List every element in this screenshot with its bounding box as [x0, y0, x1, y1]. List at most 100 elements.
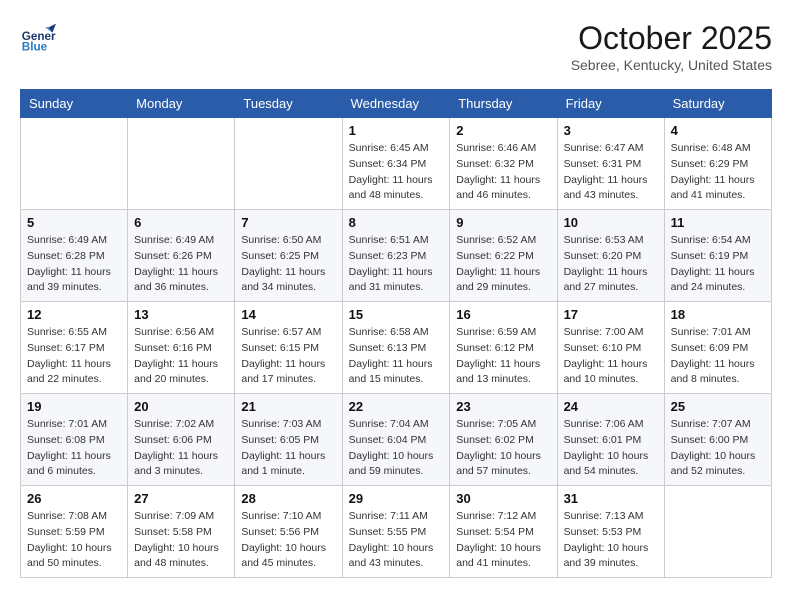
day-info: Sunrise: 7:09 AMSunset: 5:58 PMDaylight:…	[134, 509, 228, 572]
day-info: Sunrise: 6:52 AMSunset: 6:22 PMDaylight:…	[456, 233, 550, 296]
day-info: Sunrise: 7:10 AMSunset: 5:56 PMDaylight:…	[241, 509, 335, 572]
calendar-cell: 6 Sunrise: 6:49 AMSunset: 6:26 PMDayligh…	[128, 210, 235, 302]
month-title: October 2025	[571, 20, 772, 57]
day-number: 9	[456, 215, 550, 230]
day-number: 24	[564, 399, 658, 414]
calendar-week-row: 5 Sunrise: 6:49 AMSunset: 6:28 PMDayligh…	[21, 210, 772, 302]
logo: General Blue	[20, 20, 56, 56]
day-info: Sunrise: 7:13 AMSunset: 5:53 PMDaylight:…	[564, 509, 658, 572]
day-number: 21	[241, 399, 335, 414]
calendar-cell: 5 Sunrise: 6:49 AMSunset: 6:28 PMDayligh…	[21, 210, 128, 302]
calendar-cell: 30 Sunrise: 7:12 AMSunset: 5:54 PMDaylig…	[450, 486, 557, 578]
calendar-cell: 9 Sunrise: 6:52 AMSunset: 6:22 PMDayligh…	[450, 210, 557, 302]
day-number: 25	[671, 399, 765, 414]
day-info: Sunrise: 6:51 AMSunset: 6:23 PMDaylight:…	[349, 233, 444, 296]
calendar-cell: 15 Sunrise: 6:58 AMSunset: 6:13 PMDaylig…	[342, 302, 450, 394]
day-number: 8	[349, 215, 444, 230]
day-number: 29	[349, 491, 444, 506]
day-info: Sunrise: 6:45 AMSunset: 6:34 PMDaylight:…	[349, 141, 444, 204]
calendar-cell	[664, 486, 771, 578]
weekday-header-thursday: Thursday	[450, 90, 557, 118]
day-info: Sunrise: 6:54 AMSunset: 6:19 PMDaylight:…	[671, 233, 765, 296]
day-number: 5	[27, 215, 121, 230]
calendar-cell: 11 Sunrise: 6:54 AMSunset: 6:19 PMDaylig…	[664, 210, 771, 302]
calendar-cell: 12 Sunrise: 6:55 AMSunset: 6:17 PMDaylig…	[21, 302, 128, 394]
day-number: 28	[241, 491, 335, 506]
calendar-cell: 20 Sunrise: 7:02 AMSunset: 6:06 PMDaylig…	[128, 394, 235, 486]
day-number: 4	[671, 123, 765, 138]
day-info: Sunrise: 6:59 AMSunset: 6:12 PMDaylight:…	[456, 325, 550, 388]
day-number: 30	[456, 491, 550, 506]
calendar-cell: 27 Sunrise: 7:09 AMSunset: 5:58 PMDaylig…	[128, 486, 235, 578]
day-info: Sunrise: 7:07 AMSunset: 6:00 PMDaylight:…	[671, 417, 765, 480]
day-number: 27	[134, 491, 228, 506]
calendar-cell: 17 Sunrise: 7:00 AMSunset: 6:10 PMDaylig…	[557, 302, 664, 394]
day-info: Sunrise: 7:01 AMSunset: 6:08 PMDaylight:…	[27, 417, 121, 480]
day-info: Sunrise: 7:03 AMSunset: 6:05 PMDaylight:…	[241, 417, 335, 480]
calendar-cell: 7 Sunrise: 6:50 AMSunset: 6:25 PMDayligh…	[235, 210, 342, 302]
calendar-cell: 14 Sunrise: 6:57 AMSunset: 6:15 PMDaylig…	[235, 302, 342, 394]
calendar-cell: 23 Sunrise: 7:05 AMSunset: 6:02 PMDaylig…	[450, 394, 557, 486]
calendar-cell: 1 Sunrise: 6:45 AMSunset: 6:34 PMDayligh…	[342, 118, 450, 210]
calendar-cell: 26 Sunrise: 7:08 AMSunset: 5:59 PMDaylig…	[21, 486, 128, 578]
day-number: 1	[349, 123, 444, 138]
day-number: 16	[456, 307, 550, 322]
day-info: Sunrise: 7:02 AMSunset: 6:06 PMDaylight:…	[134, 417, 228, 480]
calendar-cell	[21, 118, 128, 210]
calendar-cell: 2 Sunrise: 6:46 AMSunset: 6:32 PMDayligh…	[450, 118, 557, 210]
day-number: 3	[564, 123, 658, 138]
day-number: 18	[671, 307, 765, 322]
calendar-cell: 25 Sunrise: 7:07 AMSunset: 6:00 PMDaylig…	[664, 394, 771, 486]
day-info: Sunrise: 6:47 AMSunset: 6:31 PMDaylight:…	[564, 141, 658, 204]
day-info: Sunrise: 7:01 AMSunset: 6:09 PMDaylight:…	[671, 325, 765, 388]
calendar-cell: 10 Sunrise: 6:53 AMSunset: 6:20 PMDaylig…	[557, 210, 664, 302]
day-info: Sunrise: 6:58 AMSunset: 6:13 PMDaylight:…	[349, 325, 444, 388]
day-info: Sunrise: 6:46 AMSunset: 6:32 PMDaylight:…	[456, 141, 550, 204]
calendar-cell: 13 Sunrise: 6:56 AMSunset: 6:16 PMDaylig…	[128, 302, 235, 394]
logo-icon: General Blue	[20, 20, 56, 56]
day-info: Sunrise: 7:12 AMSunset: 5:54 PMDaylight:…	[456, 509, 550, 572]
svg-text:Blue: Blue	[22, 41, 48, 54]
page-header: General Blue October 2025 Sebree, Kentuc…	[20, 20, 772, 73]
weekday-header-sunday: Sunday	[21, 90, 128, 118]
day-number: 19	[27, 399, 121, 414]
day-number: 22	[349, 399, 444, 414]
day-number: 13	[134, 307, 228, 322]
day-number: 10	[564, 215, 658, 230]
calendar-week-row: 19 Sunrise: 7:01 AMSunset: 6:08 PMDaylig…	[21, 394, 772, 486]
calendar-cell: 31 Sunrise: 7:13 AMSunset: 5:53 PMDaylig…	[557, 486, 664, 578]
weekday-header-tuesday: Tuesday	[235, 90, 342, 118]
calendar-week-row: 26 Sunrise: 7:08 AMSunset: 5:59 PMDaylig…	[21, 486, 772, 578]
day-info: Sunrise: 6:53 AMSunset: 6:20 PMDaylight:…	[564, 233, 658, 296]
calendar-header-row: SundayMondayTuesdayWednesdayThursdayFrid…	[21, 90, 772, 118]
calendar-cell: 19 Sunrise: 7:01 AMSunset: 6:08 PMDaylig…	[21, 394, 128, 486]
calendar-week-row: 12 Sunrise: 6:55 AMSunset: 6:17 PMDaylig…	[21, 302, 772, 394]
day-info: Sunrise: 6:57 AMSunset: 6:15 PMDaylight:…	[241, 325, 335, 388]
day-number: 20	[134, 399, 228, 414]
weekday-header-wednesday: Wednesday	[342, 90, 450, 118]
calendar-cell: 29 Sunrise: 7:11 AMSunset: 5:55 PMDaylig…	[342, 486, 450, 578]
calendar-cell: 16 Sunrise: 6:59 AMSunset: 6:12 PMDaylig…	[450, 302, 557, 394]
calendar-cell: 28 Sunrise: 7:10 AMSunset: 5:56 PMDaylig…	[235, 486, 342, 578]
calendar-cell: 3 Sunrise: 6:47 AMSunset: 6:31 PMDayligh…	[557, 118, 664, 210]
calendar-cell: 22 Sunrise: 7:04 AMSunset: 6:04 PMDaylig…	[342, 394, 450, 486]
day-info: Sunrise: 6:55 AMSunset: 6:17 PMDaylight:…	[27, 325, 121, 388]
day-info: Sunrise: 6:49 AMSunset: 6:28 PMDaylight:…	[27, 233, 121, 296]
day-number: 11	[671, 215, 765, 230]
calendar-table: SundayMondayTuesdayWednesdayThursdayFrid…	[20, 89, 772, 578]
calendar-cell: 18 Sunrise: 7:01 AMSunset: 6:09 PMDaylig…	[664, 302, 771, 394]
weekday-header-saturday: Saturday	[664, 90, 771, 118]
day-number: 12	[27, 307, 121, 322]
calendar-week-row: 1 Sunrise: 6:45 AMSunset: 6:34 PMDayligh…	[21, 118, 772, 210]
weekday-header-friday: Friday	[557, 90, 664, 118]
day-info: Sunrise: 7:08 AMSunset: 5:59 PMDaylight:…	[27, 509, 121, 572]
location-subtitle: Sebree, Kentucky, United States	[571, 57, 772, 73]
calendar-cell: 21 Sunrise: 7:03 AMSunset: 6:05 PMDaylig…	[235, 394, 342, 486]
day-info: Sunrise: 6:56 AMSunset: 6:16 PMDaylight:…	[134, 325, 228, 388]
day-info: Sunrise: 7:06 AMSunset: 6:01 PMDaylight:…	[564, 417, 658, 480]
day-info: Sunrise: 7:00 AMSunset: 6:10 PMDaylight:…	[564, 325, 658, 388]
day-info: Sunrise: 7:05 AMSunset: 6:02 PMDaylight:…	[456, 417, 550, 480]
calendar-cell: 8 Sunrise: 6:51 AMSunset: 6:23 PMDayligh…	[342, 210, 450, 302]
day-number: 23	[456, 399, 550, 414]
day-info: Sunrise: 7:04 AMSunset: 6:04 PMDaylight:…	[349, 417, 444, 480]
